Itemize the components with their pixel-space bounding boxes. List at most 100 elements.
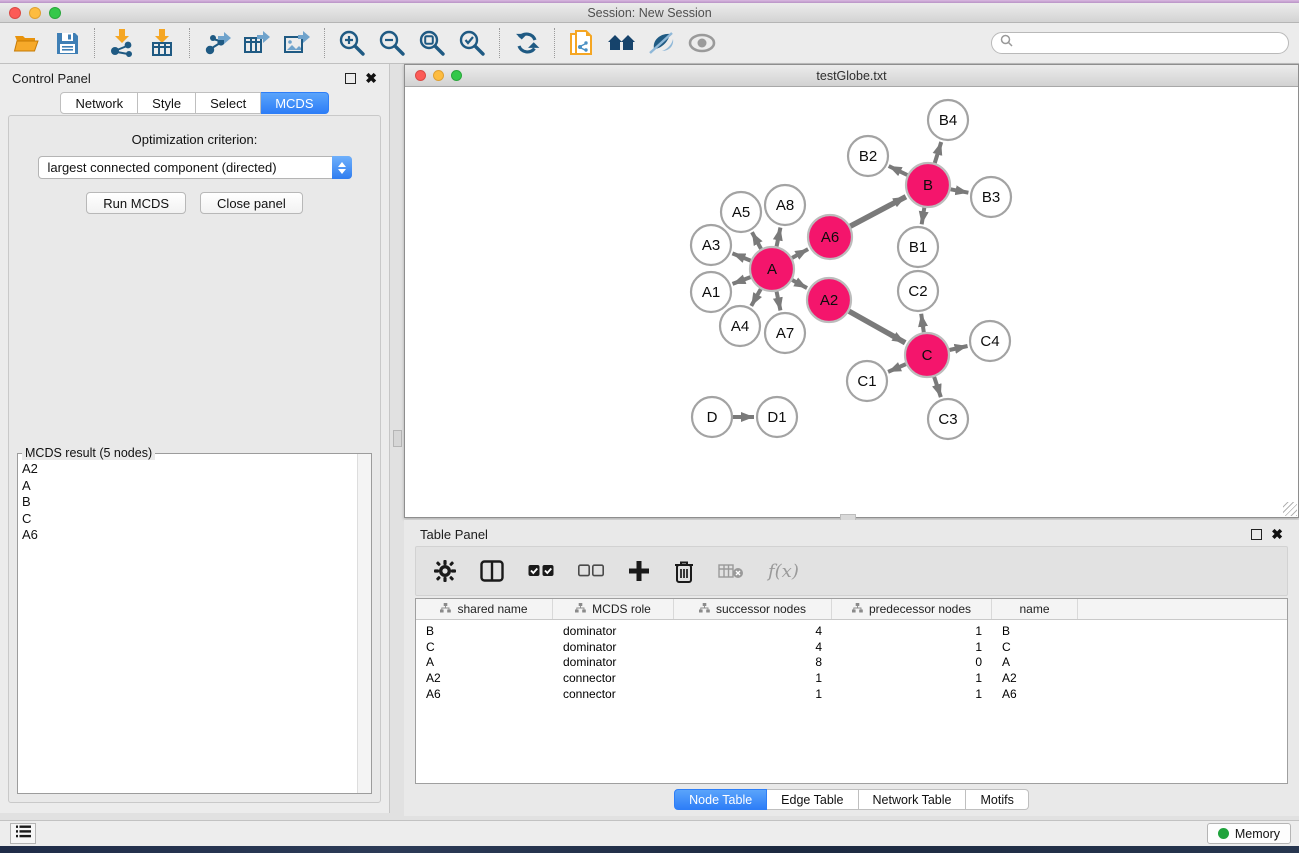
graph-edge-a-a4[interactable]: [751, 289, 760, 306]
table-cell[interactable]: A2: [416, 671, 553, 685]
criterion-dropdown[interactable]: largest connected component (directed): [38, 156, 352, 179]
table-cell[interactable]: 1: [832, 640, 992, 654]
home-button[interactable]: [607, 28, 637, 58]
import-table-button[interactable]: [147, 28, 177, 58]
graph-edge-a6-b[interactable]: [850, 197, 906, 227]
float-panel-icon[interactable]: [345, 73, 356, 84]
table-cell[interactable]: connector: [553, 687, 674, 701]
select-all-icon[interactable]: [528, 564, 554, 578]
graph-edge-b-b4[interactable]: [935, 142, 941, 163]
table-tab-motifs[interactable]: Motifs: [966, 789, 1028, 810]
table-cell[interactable]: 4: [674, 640, 832, 654]
table-cell[interactable]: 1: [674, 671, 832, 685]
column-header-predecessor-nodes[interactable]: predecessor nodes: [832, 599, 992, 619]
add-column-icon[interactable]: [628, 560, 650, 582]
table-cell[interactable]: 8: [674, 655, 832, 669]
delete-column-icon[interactable]: [674, 560, 694, 583]
table-cell[interactable]: A: [992, 655, 1078, 669]
toggle-graphics-details-button[interactable]: [687, 28, 717, 58]
graph-edge-a-a8[interactable]: [777, 228, 781, 247]
table-cell[interactable]: B: [416, 624, 553, 638]
graph-edge-c-c1[interactable]: [888, 364, 906, 372]
graph-edge-a-a5[interactable]: [752, 232, 761, 249]
tab-mcds[interactable]: MCDS: [261, 92, 328, 114]
save-session-button[interactable]: [52, 28, 82, 58]
mcds-result-scrollbar[interactable]: [357, 454, 371, 793]
column-header-shared-name[interactable]: shared name: [416, 599, 553, 619]
table-cell[interactable]: A2: [992, 671, 1078, 685]
hide-annotations-button[interactable]: [647, 28, 677, 58]
graph-edge-b-b3[interactable]: [951, 189, 969, 192]
table-cell[interactable]: dominator: [553, 624, 674, 638]
table-cell[interactable]: 0: [832, 655, 992, 669]
zoom-out-button[interactable]: [377, 28, 407, 58]
table-row[interactable]: Cdominator41C: [416, 639, 1287, 655]
graph-node-a8[interactable]: A8: [765, 185, 805, 225]
table-cell[interactable]: 1: [674, 687, 832, 701]
mcds-result-list[interactable]: A2ABCA6: [18, 457, 357, 793]
open-session-button[interactable]: [12, 28, 42, 58]
refresh-button[interactable]: [512, 28, 542, 58]
table-cell[interactable]: C: [992, 640, 1078, 654]
graph-edge-a-a3[interactable]: [732, 253, 750, 260]
mcds-result-item[interactable]: B: [22, 494, 357, 511]
search-input[interactable]: [1018, 36, 1280, 50]
table-row[interactable]: A6connector11A6: [416, 686, 1287, 702]
graph-edge-a-a7[interactable]: [777, 292, 781, 311]
close-panel-button[interactable]: Close panel: [200, 192, 303, 214]
table-cell[interactable]: 1: [832, 687, 992, 701]
float-table-panel-icon[interactable]: [1251, 529, 1262, 540]
tab-select[interactable]: Select: [196, 92, 261, 114]
table-cell[interactable]: 1: [832, 671, 992, 685]
graph-edge-c-c4[interactable]: [949, 346, 967, 350]
close-table-panel-icon[interactable]: ✖: [1271, 529, 1283, 540]
table-row[interactable]: Adominator80A: [416, 654, 1287, 670]
graph-edge-c-c3[interactable]: [934, 377, 941, 397]
table-tab-network-table[interactable]: Network Table: [859, 789, 967, 810]
tab-style[interactable]: Style: [138, 92, 196, 114]
graph-node-c3[interactable]: C3: [928, 399, 968, 439]
graph-node-a[interactable]: A: [750, 247, 794, 291]
new-network-from-selection-button[interactable]: [567, 28, 597, 58]
table-cell[interactable]: A: [416, 655, 553, 669]
graph-node-b2[interactable]: B2: [848, 136, 888, 176]
table-row[interactable]: A2connector11A2: [416, 670, 1287, 686]
table-tab-edge-table[interactable]: Edge Table: [767, 789, 858, 810]
mcds-result-item[interactable]: A6: [22, 527, 357, 544]
table-cell[interactable]: C: [416, 640, 553, 654]
graph-node-b3[interactable]: B3: [971, 177, 1011, 217]
search-field[interactable]: [991, 32, 1289, 54]
toggle-column-view-icon[interactable]: [480, 560, 504, 582]
export-network-button[interactable]: [202, 28, 232, 58]
graph-node-a2[interactable]: A2: [807, 278, 851, 322]
vertical-split-handle[interactable]: [393, 430, 402, 447]
graph-edge-a2-c[interactable]: [849, 311, 905, 343]
graph-node-c[interactable]: C: [905, 333, 949, 377]
settings-gear-icon[interactable]: [434, 560, 456, 582]
graph-node-d[interactable]: D: [692, 397, 732, 437]
run-mcds-button[interactable]: Run MCDS: [86, 192, 186, 214]
tab-network[interactable]: Network: [60, 92, 138, 114]
table-cell[interactable]: 1: [832, 624, 992, 638]
graph-node-a6[interactable]: A6: [808, 215, 852, 259]
import-network-button[interactable]: [107, 28, 137, 58]
table-row[interactable]: Bdominator41B: [416, 623, 1287, 639]
column-header-mcds-role[interactable]: MCDS role: [553, 599, 674, 619]
table-cell[interactable]: B: [992, 624, 1078, 638]
table-cell[interactable]: dominator: [553, 640, 674, 654]
graph-edge-b-b2[interactable]: [889, 166, 908, 175]
table-cell[interactable]: connector: [553, 671, 674, 685]
function-builder-icon[interactable]: f(x): [768, 561, 799, 582]
graph-edge-a-a2[interactable]: [792, 280, 807, 288]
close-panel-icon[interactable]: ✖: [365, 73, 377, 84]
graph-node-b1[interactable]: B1: [898, 227, 938, 267]
table-cell[interactable]: dominator: [553, 655, 674, 669]
graph-node-a1[interactable]: A1: [691, 272, 731, 312]
export-table-button[interactable]: [242, 28, 272, 58]
graph-node-d1[interactable]: D1: [757, 397, 797, 437]
graph-node-c2[interactable]: C2: [898, 271, 938, 311]
graph-edge-a-a1[interactable]: [733, 277, 751, 284]
graph-node-a7[interactable]: A7: [765, 313, 805, 353]
deselect-all-icon[interactable]: [578, 564, 604, 578]
graph-node-c4[interactable]: C4: [970, 321, 1010, 361]
